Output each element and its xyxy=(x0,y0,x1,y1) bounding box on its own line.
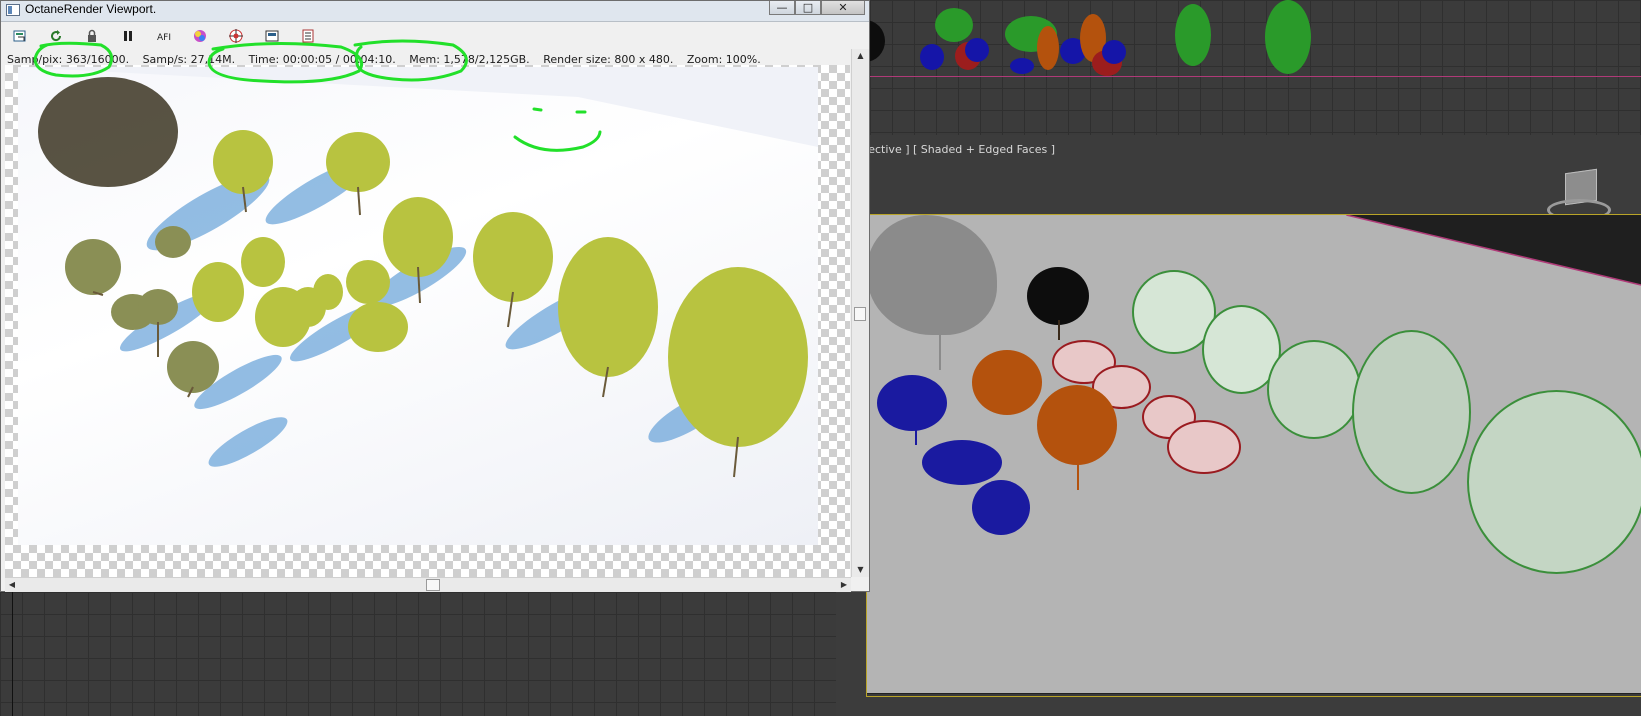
green-wire-tree xyxy=(1267,340,1361,439)
octane-render-window[interactable]: OctaneRender Viewport. — □ ✕ AFI Samp/pi… xyxy=(0,0,870,592)
window-title: OctaneRender Viewport. xyxy=(25,2,157,16)
afi-icon: AFI xyxy=(157,33,171,43)
minimize-button[interactable]: — xyxy=(769,1,795,15)
restart-render-button[interactable] xyxy=(45,26,67,46)
perspective-viewport[interactable]: Perspective ] [ Shaded + Edged Faces ] xyxy=(836,135,1641,716)
black-tree xyxy=(1027,267,1089,325)
orange-tree-trunk xyxy=(1077,460,1079,490)
vertical-scroll-thumb[interactable] xyxy=(854,307,866,321)
settings-panel-icon xyxy=(302,29,314,43)
green-wire-tree xyxy=(1352,330,1471,494)
color-picker-button[interactable] xyxy=(189,26,211,46)
perspective-scene[interactable] xyxy=(866,214,1641,697)
lock-icon xyxy=(88,29,96,42)
horizontal-scrollbar[interactable]: ◀ ▶ xyxy=(5,577,851,592)
blue-tree xyxy=(922,440,1002,485)
window-app-icon xyxy=(6,4,20,16)
pause-button[interactable] xyxy=(117,26,139,46)
window-titlebar[interactable]: OctaneRender Viewport. — □ ✕ xyxy=(1,1,869,22)
top-view-tree-green xyxy=(1265,0,1311,74)
rendered-scene xyxy=(18,67,818,478)
lock-button[interactable] xyxy=(81,26,103,46)
scroll-right-arrow-icon[interactable]: ▶ xyxy=(837,578,851,592)
region-render-icon xyxy=(265,30,279,42)
focus-target-icon xyxy=(229,29,243,43)
blue-tree-trunk xyxy=(915,427,917,445)
viewport-label[interactable]: Perspective ] [ Shaded + Edged Faces ] xyxy=(838,143,1055,156)
maximize-button[interactable]: □ xyxy=(795,1,821,15)
color-picker-icon xyxy=(194,30,206,42)
scroll-left-arrow-icon[interactable]: ◀ xyxy=(5,578,19,592)
red-wire-tree xyxy=(1167,420,1241,474)
restart-render-icon xyxy=(51,30,62,42)
top-view-tree-green xyxy=(935,8,973,42)
bottom-left-viewport[interactable] xyxy=(0,592,836,716)
region-render-button[interactable] xyxy=(261,26,283,46)
settings-panel-button[interactable] xyxy=(297,26,319,46)
pause-icon xyxy=(124,31,132,41)
save-image-button[interactable] xyxy=(9,26,31,46)
orange-tree xyxy=(972,350,1042,415)
viewport-bottom-strip xyxy=(867,693,1641,696)
top-view-tree-green xyxy=(1175,4,1211,66)
vertical-scrollbar[interactable]: ▲ ▼ xyxy=(851,49,869,577)
close-button[interactable]: ✕ xyxy=(821,1,865,15)
orange-tree xyxy=(1037,385,1117,465)
afi-button[interactable]: AFI xyxy=(153,26,175,46)
top-view-tree-blue xyxy=(1010,58,1034,74)
blue-tree xyxy=(972,480,1030,535)
gray-tree-trunk xyxy=(939,325,941,370)
blue-tree xyxy=(877,375,947,431)
render-canvas[interactable] xyxy=(5,65,850,577)
top-view-tree-orange xyxy=(1037,26,1059,70)
rendered-image xyxy=(18,67,818,545)
scroll-down-arrow-icon[interactable]: ▼ xyxy=(852,563,869,577)
window-controls: — □ ✕ xyxy=(769,1,865,15)
scroll-up-arrow-icon[interactable]: ▲ xyxy=(852,49,869,63)
top-view-tree-blue xyxy=(1102,40,1126,64)
horizontal-scroll-thumb[interactable] xyxy=(426,579,440,591)
black-tree-trunk xyxy=(1058,320,1060,340)
viewport-shading-label[interactable]: [ Shaded + Edged Faces ] xyxy=(913,143,1055,156)
top-view-tree-blue xyxy=(965,38,989,62)
green-wire-tree xyxy=(1467,390,1641,574)
top-viewport[interactable] xyxy=(845,0,1641,135)
afi-label: AFI xyxy=(157,33,171,43)
focus-target-button[interactable] xyxy=(225,26,247,46)
render-toolbar: AFI xyxy=(1,25,333,47)
save-image-icon xyxy=(13,30,26,42)
top-view-tree-blue xyxy=(920,44,944,70)
